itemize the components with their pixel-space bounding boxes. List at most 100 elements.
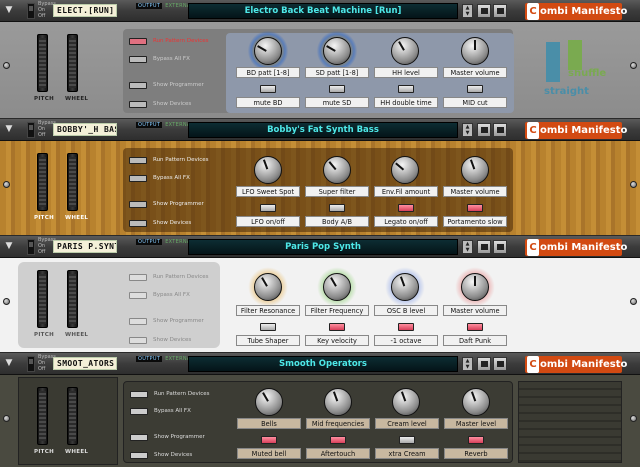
button-daft-punk[interactable] [467,323,483,331]
combinator-bobby: ▼ BypassOnOff BOBBY'_H BASS OUTPUTEXTERN… [0,119,640,235]
patch-select-arrows[interactable]: ▲ ▼ [462,4,473,18]
device-name-tape[interactable]: PARIS P.SYNTH [53,240,117,253]
bypass-switch[interactable] [27,356,35,372]
fold-arrow-icon[interactable]: ▼ [3,358,15,369]
patch-name-display[interactable]: Bobby's Fat Synth Bass [188,122,458,138]
mod-wheel[interactable] [67,270,78,328]
patch-select-arrows[interactable]: ▲ ▼ [462,123,473,137]
knob-filter-frequency[interactable] [323,273,351,301]
patch-name-display[interactable]: Smooth Operators [188,356,458,372]
pitch-wheel[interactable] [37,270,48,328]
show-programmer-button[interactable] [129,318,147,325]
rack-screw [3,62,10,69]
patch-name-display[interactable]: Paris Pop Synth [188,239,458,255]
knob-env-fil-amount[interactable] [391,156,419,184]
patch-select-arrows[interactable]: ▲ ▼ [462,240,473,254]
run-pattern-devices-button[interactable] [130,391,148,398]
bypass-all-fx-button[interactable] [129,292,147,299]
pitch-wheel[interactable] [37,153,48,211]
knob-filter-resonance[interactable] [254,273,282,301]
control-panel: Run Pattern Devices Bypass All FX Show P… [123,265,513,349]
button-aftertouch[interactable] [330,436,346,444]
bypass-switch[interactable] [27,122,35,138]
run-pattern-devices-label: Run Pattern Devices [153,274,209,280]
knob-master-level[interactable] [462,388,490,416]
save-patch-button[interactable] [493,357,507,371]
button-lfo-on-off[interactable] [260,204,276,212]
button-muted-bell[interactable] [261,436,277,444]
knob-sd-pattern[interactable] [323,37,351,65]
knob-osc-b-level[interactable] [391,273,419,301]
button-hh-double-time[interactable] [398,85,414,93]
bypass-all-fx-button[interactable] [129,56,147,63]
browse-patch-button[interactable] [477,4,491,18]
rack-screw [630,181,637,188]
knob-label: Filter Resonance [236,305,300,316]
fold-arrow-icon[interactable]: ▼ [3,124,15,135]
bypass-all-fx-button[interactable] [129,175,147,182]
combinator-body: PITCH WHEEL Run Pattern Devices Bypass A… [0,141,640,235]
combinator-logo: Combi Manifesto [525,3,627,20]
button-body-ab[interactable] [329,204,345,212]
browse-patch-button[interactable] [477,123,491,137]
show-devices-button[interactable] [129,101,147,108]
bypass-switch[interactable] [27,3,35,19]
knob-master-volume[interactable] [461,37,489,65]
browse-patch-button[interactable] [477,240,491,254]
knob-mid-frequencies[interactable] [324,388,352,416]
button-xtra-cream[interactable] [399,436,415,444]
run-pattern-devices-button[interactable] [129,38,147,45]
knob-master-volume[interactable] [461,273,489,301]
bypass-switch[interactable] [27,239,35,255]
combinator-logo: Combi Manifesto [525,239,627,256]
device-name-tape[interactable]: ELECT.[RUN] [53,4,117,17]
mod-wheel[interactable] [67,387,78,445]
wheel-label: WHEEL [65,96,89,102]
knob-bells[interactable] [255,388,283,416]
knob-cream-level[interactable] [392,388,420,416]
show-programmer-button[interactable] [129,201,147,208]
knob-label: Master level [444,418,508,429]
knob-lfo-sweet-spot[interactable] [254,156,282,184]
save-patch-button[interactable] [493,4,507,18]
show-devices-label: Show Devices [154,452,193,458]
mod-wheel[interactable] [67,34,78,92]
show-programmer-button[interactable] [129,82,147,89]
button-mute-sd[interactable] [329,85,345,93]
art-word-shuffle: shuffle [568,68,607,79]
mod-wheel[interactable] [67,153,78,211]
knob-bd-pattern[interactable] [254,37,282,65]
save-patch-button[interactable] [493,123,507,137]
button-mute-bd[interactable] [260,85,276,93]
show-devices-button[interactable] [129,220,147,227]
button-portamento-slow[interactable] [467,204,483,212]
button-minus-1-octave[interactable] [398,323,414,331]
knob-super-filter[interactable] [323,156,351,184]
device-name-tape[interactable]: SMOOT_ATORS [53,357,117,370]
pitch-wheel[interactable] [37,34,48,92]
patch-select-arrows[interactable]: ▲ ▼ [462,357,473,371]
button-legato-on-off[interactable] [398,204,414,212]
show-devices-button[interactable] [130,452,148,459]
run-pattern-devices-button[interactable] [129,157,147,164]
button-tube-shaper[interactable] [260,323,276,331]
run-pattern-devices-button[interactable] [129,274,147,281]
rack-screw [3,415,10,422]
save-patch-button[interactable] [493,240,507,254]
button-reverb[interactable] [468,436,484,444]
button-mid-cut[interactable] [467,85,483,93]
fold-arrow-icon[interactable]: ▼ [3,5,15,16]
show-devices-button[interactable] [129,337,147,344]
bypass-all-fx-button[interactable] [130,408,148,415]
show-programmer-button[interactable] [130,434,148,441]
button-key-velocity[interactable] [329,323,345,331]
knob-master-volume[interactable] [461,156,489,184]
knob-hh-level[interactable] [391,37,419,65]
device-name-tape[interactable]: BOBBY'_H BASS [53,123,117,136]
button-label: xtra Cream [375,448,439,459]
fold-arrow-icon[interactable]: ▼ [3,241,15,252]
rack-screw [3,181,10,188]
patch-name-display[interactable]: Electro Back Beat Machine [Run] [188,3,458,19]
browse-patch-button[interactable] [477,357,491,371]
pitch-wheel[interactable] [37,387,48,445]
